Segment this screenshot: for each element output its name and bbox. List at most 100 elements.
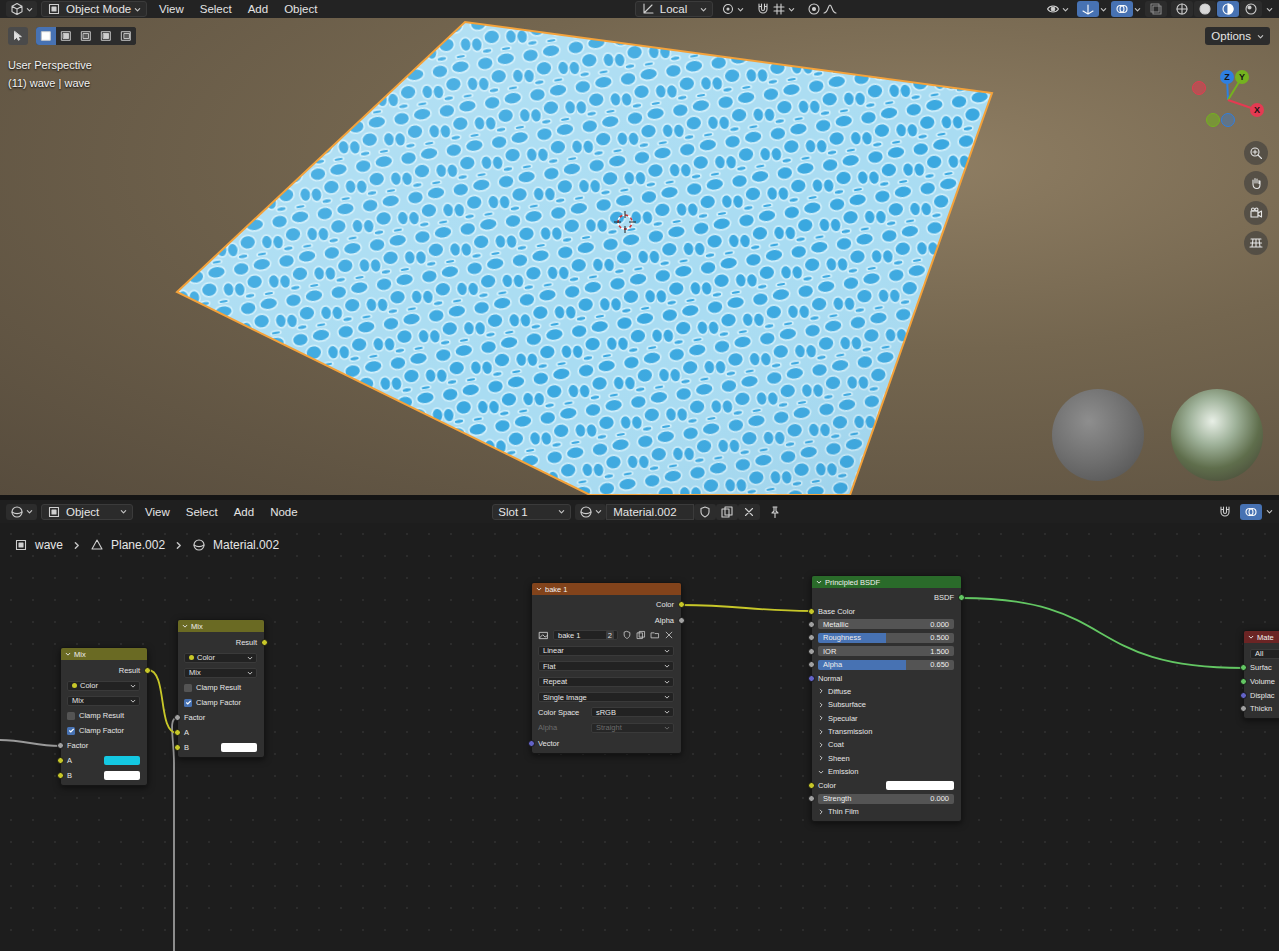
- editor-type-button[interactable]: [6, 504, 37, 520]
- node-input-socket-row[interactable]: Factor: [178, 710, 264, 725]
- value-slider[interactable]: Roughness0.500: [818, 633, 954, 643]
- shader-node[interactable]: MateAllSurfacVolumeDisplacThickn: [1243, 630, 1279, 719]
- checkbox[interactable]: [67, 712, 75, 720]
- value-slider[interactable]: IOR1.500: [818, 646, 954, 656]
- node-input-socket-row[interactable]: Vector: [532, 736, 681, 751]
- node-panel-row[interactable]: Subsurface: [812, 698, 961, 711]
- node-checkbox-row[interactable]: Clamp Result: [61, 708, 147, 723]
- menu-item[interactable]: Select: [178, 506, 226, 518]
- node-color-row[interactable]: B: [61, 768, 147, 783]
- input-socket[interactable]: [808, 634, 815, 641]
- shading-mode-button[interactable]: [1171, 1, 1193, 17]
- node-output-socket-row[interactable]: Color: [532, 597, 681, 612]
- input-socket[interactable]: [528, 740, 535, 747]
- shading-mode-button[interactable]: [1217, 1, 1239, 17]
- node-header[interactable]: Mate: [1244, 631, 1279, 643]
- property-dropdown[interactable]: sRGB: [591, 707, 674, 717]
- menu-item[interactable]: Add: [240, 3, 276, 15]
- input-socket[interactable]: [808, 782, 815, 789]
- node-output-socket-row[interactable]: Alpha: [532, 612, 681, 627]
- gizmo-axis[interactable]: Y: [1235, 70, 1249, 84]
- node-link[interactable]: [148, 670, 177, 733]
- transform-orientation-dropdown[interactable]: Local: [635, 1, 713, 17]
- node-color-row[interactable]: B: [178, 740, 264, 755]
- pivot-point-button[interactable]: [717, 1, 748, 17]
- node-input-socket-row[interactable]: Volume: [1244, 675, 1279, 689]
- node-panel-row[interactable]: Coat: [812, 738, 961, 751]
- node-checkbox-row[interactable]: Clamp Result: [178, 680, 264, 695]
- menu-item[interactable]: View: [137, 506, 178, 518]
- checkbox[interactable]: [67, 727, 75, 735]
- menu-item[interactable]: Add: [226, 506, 262, 518]
- proportional-editing-button[interactable]: [803, 1, 841, 17]
- pin-button[interactable]: [764, 504, 786, 520]
- shader-type-dropdown[interactable]: Object: [41, 504, 133, 520]
- shader-node[interactable]: bake 1ColorAlphabake 12LinearFlatRepeatS…: [531, 582, 682, 754]
- input-socket[interactable]: [57, 757, 64, 764]
- image-name-field[interactable]: bake 12: [553, 630, 618, 640]
- output-socket[interactable]: [958, 594, 965, 601]
- shader-node[interactable]: MixResultColorMixClamp ResultClamp Facto…: [60, 647, 148, 786]
- unlink-material-button[interactable]: [738, 504, 760, 520]
- select-tool-button[interactable]: [8, 27, 28, 45]
- node-input-socket-row[interactable]: Thickn: [1244, 702, 1279, 716]
- node-overlay-toggle[interactable]: [1240, 504, 1262, 520]
- gizmo-axis[interactable]: X: [1250, 103, 1264, 117]
- node-dropdown[interactable]: Color: [67, 681, 140, 691]
- node-panel-row[interactable]: Sheen: [812, 752, 961, 765]
- node-panel-row[interactable]: Specular: [812, 712, 961, 725]
- node-header[interactable]: Mix: [61, 648, 147, 660]
- material-slot-dropdown[interactable]: Slot 1: [492, 504, 571, 520]
- breadcrumb-item[interactable]: Material.002: [192, 538, 279, 552]
- color-swatch[interactable]: [104, 771, 141, 780]
- material-name-field[interactable]: Material.002: [606, 504, 694, 520]
- perspective-toggle-button[interactable]: [1244, 231, 1268, 255]
- zoom-button[interactable]: [1244, 141, 1268, 165]
- visibility-dropdown[interactable]: [1042, 1, 1073, 17]
- selection-mode-button[interactable]: [36, 27, 56, 45]
- output-socket[interactable]: [678, 601, 685, 608]
- output-socket[interactable]: [261, 639, 268, 646]
- node-header[interactable]: Principled BSDF: [812, 576, 961, 588]
- input-socket[interactable]: [1240, 692, 1247, 699]
- node-color-row[interactable]: Color: [812, 778, 961, 791]
- input-socket[interactable]: [1240, 678, 1247, 685]
- selection-mode-button[interactable]: [56, 27, 76, 45]
- input-socket[interactable]: [808, 608, 815, 615]
- value-slider[interactable]: Metallic0.000: [818, 619, 954, 629]
- shader-node[interactable]: MixResultColorMixClamp ResultClamp Facto…: [177, 619, 265, 758]
- input-socket[interactable]: [808, 621, 815, 628]
- selection-mode-button[interactable]: [116, 27, 136, 45]
- node-output-socket-row[interactable]: BSDF: [812, 591, 961, 604]
- input-socket[interactable]: [808, 795, 815, 802]
- node-link[interactable]: [681, 605, 811, 611]
- selection-mode-button[interactable]: [76, 27, 96, 45]
- node-input-socket-row[interactable]: Base Color: [812, 604, 961, 617]
- menu-item[interactable]: Node: [262, 506, 306, 518]
- editor-type-button[interactable]: [6, 1, 37, 17]
- node-input-socket-row[interactable]: Normal: [812, 671, 961, 684]
- node-input-socket-row[interactable]: Displac: [1244, 688, 1279, 702]
- node-panel-row[interactable]: Transmission: [812, 725, 961, 738]
- node-panel-row[interactable]: Emission: [812, 765, 961, 778]
- viewport-toggle-button[interactable]: [1077, 1, 1099, 17]
- snap-button[interactable]: [752, 1, 799, 17]
- input-socket[interactable]: [808, 675, 815, 682]
- input-socket[interactable]: [1240, 664, 1247, 671]
- viewport-toggle-button[interactable]: [1111, 1, 1133, 17]
- input-socket[interactable]: [174, 729, 181, 736]
- input-socket[interactable]: [174, 714, 181, 721]
- menu-item[interactable]: View: [151, 3, 192, 15]
- fake-user-button[interactable]: [694, 504, 716, 520]
- node-snap-button[interactable]: [1214, 504, 1236, 520]
- node-dropdown[interactable]: Repeat: [538, 677, 674, 687]
- node-dropdown[interactable]: Linear: [538, 646, 674, 656]
- 3d-cursor-icon[interactable]: [613, 210, 637, 234]
- breadcrumb-item[interactable]: Plane.002: [90, 538, 165, 552]
- input-socket[interactable]: [1240, 705, 1247, 712]
- viewport-scene[interactable]: OptionsUser Perspective(11) wave | waveZ…: [0, 18, 1279, 495]
- output-socket[interactable]: [144, 667, 151, 674]
- new-material-button[interactable]: [716, 504, 738, 520]
- node-header[interactable]: bake 1: [532, 583, 681, 595]
- node-output-socket-row[interactable]: Result: [61, 663, 147, 678]
